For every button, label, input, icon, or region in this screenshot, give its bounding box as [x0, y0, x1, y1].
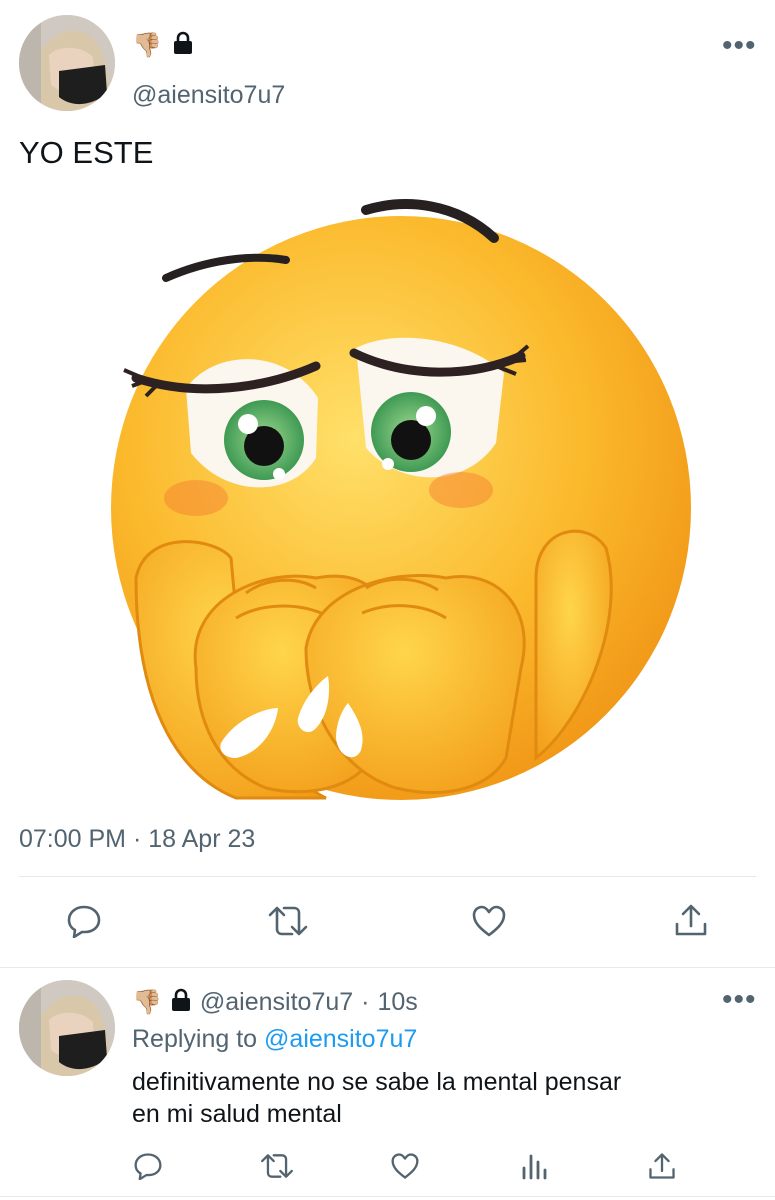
replying-to-label: Replying to [132, 1025, 258, 1053]
reply-reply-button[interactable] [133, 1152, 163, 1180]
reply-header: 👎🏼 @aiensito7u7 · 10s [132, 988, 418, 1017]
retweet-icon [268, 906, 308, 936]
reply-text-line: definitivamente no se sabe la mental pen… [132, 1068, 622, 1096]
share-button[interactable] [674, 902, 708, 938]
like-icon [391, 1153, 419, 1179]
date-separator: · [132, 825, 142, 853]
tweet-text: YO ESTE [19, 135, 154, 170]
reply-button[interactable] [66, 904, 102, 938]
retweet-button[interactable] [268, 904, 308, 938]
reply-icon [67, 905, 101, 938]
avatar[interactable] [19, 15, 115, 111]
lock-icon [170, 988, 192, 1017]
lock-icon [172, 31, 194, 60]
replying-to: Replying to @aiensito7u7 [132, 1025, 417, 1054]
like-icon [472, 905, 506, 937]
thumbs-down-icon: 👎🏼 [132, 988, 162, 1016]
reply-separator: · [361, 988, 370, 1016]
reply-avatar[interactable] [19, 980, 115, 1076]
reply-age[interactable]: 10s [377, 988, 417, 1017]
tweet-timestamp[interactable]: 07:00 PM · 18 Apr 23 [19, 825, 255, 854]
more-options-icon[interactable]: ••• [722, 31, 757, 61]
reply-retweet-button[interactable] [260, 1152, 294, 1180]
share-icon [675, 904, 707, 936]
reply-handle[interactable]: @aiensito7u7 [200, 988, 353, 1017]
reply-text: definitivamente no se sabe la mental pen… [132, 1066, 621, 1130]
tweet-image[interactable] [66, 198, 706, 806]
tweet-time: 07:00 PM [19, 825, 127, 853]
reply-share-button[interactable] [648, 1151, 676, 1181]
replying-to-handle[interactable]: @aiensito7u7 [264, 1025, 417, 1053]
analytics-icon [522, 1154, 547, 1180]
retweet-icon [261, 1154, 293, 1178]
divider [19, 876, 756, 877]
reply-icon [134, 1153, 162, 1180]
bottom-divider [0, 1196, 775, 1197]
share-icon [649, 1153, 675, 1179]
reply-more-options-icon[interactable]: ••• [722, 985, 757, 1015]
reply-analytics-button[interactable] [521, 1152, 547, 1180]
like-button[interactable] [471, 904, 507, 938]
tweet-date: 18 Apr 23 [148, 825, 256, 853]
thumbs-down-icon: 👎🏼 [132, 31, 162, 59]
reply-like-button[interactable] [390, 1152, 420, 1180]
section-divider [0, 967, 775, 968]
tweet-handle[interactable]: @aiensito7u7 [132, 81, 285, 110]
reply-text-line: en mi salud mental [132, 1100, 342, 1128]
tweet-author-badges: 👎🏼 [132, 31, 194, 60]
